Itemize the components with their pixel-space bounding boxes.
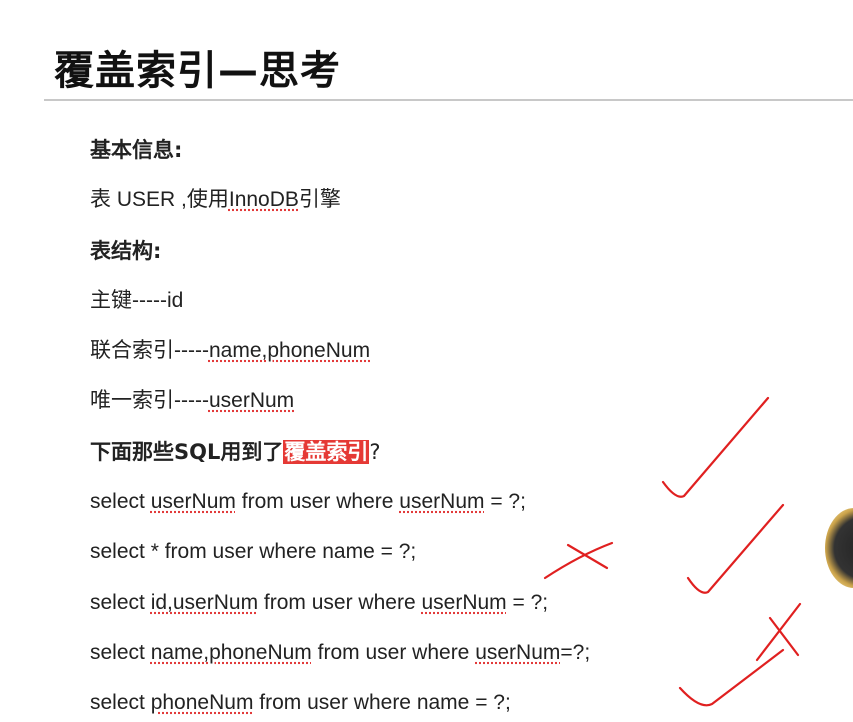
check-mark-icon: [678, 648, 785, 707]
decorative-orb: [825, 508, 853, 588]
query-4-part-2: from user where: [311, 641, 476, 664]
table-engine: InnoDB: [228, 188, 299, 211]
query-1-part-1: select: [90, 490, 151, 513]
query-2-text: select * from user where name = ?;: [90, 540, 417, 563]
question-prefix: 下面那些SQL用到了: [90, 440, 284, 464]
title-divider: [44, 99, 853, 101]
query-5-select-column: phoneNum: [150, 691, 254, 714]
composite-index-line: 联合索引-----name,phoneNum: [90, 336, 370, 366]
query-4-part-3: =?;: [560, 641, 591, 664]
unique-index-value: userNum: [208, 389, 295, 412]
slide-title: 覆盖索引—思考: [54, 48, 341, 94]
query-5-part-1: select: [90, 691, 151, 714]
primary-key-label: 主键-----: [90, 289, 167, 312]
query-5-part-2: from user where name = ?;: [253, 691, 511, 714]
query-4-select-column: name,phoneNum: [150, 641, 312, 664]
composite-index-label: 联合索引-----: [90, 339, 209, 362]
query-line-5: select phoneNum from user where name = ?…: [90, 688, 511, 718]
unique-index-line: 唯一索引-----userNum: [90, 386, 294, 416]
query-1-part-2: from user where: [235, 490, 400, 513]
query-1-select-column: userNum: [150, 490, 236, 513]
unique-index-label: 唯一索引-----: [90, 389, 209, 412]
basic-info-heading: 基本信息:: [90, 138, 183, 162]
table-info-prefix: 表 USER ,使用: [90, 188, 229, 211]
query-1-where-column: userNum: [399, 490, 485, 513]
slide: 覆盖索引—思考 基本信息: 表 USER ,使用InnoDB引擎 表结构: 主键…: [0, 0, 853, 722]
primary-key-value: id: [166, 289, 184, 312]
query-3-part-2: from user where: [258, 591, 422, 614]
query-4-part-1: select: [90, 641, 151, 664]
query-3-where-column: userNum: [421, 591, 507, 614]
check-mark-icon: [686, 503, 785, 594]
query-4-where-column: userNum: [475, 641, 561, 664]
table-info-line: 表 USER ,使用InnoDB引擎: [90, 185, 341, 215]
structure-heading: 表结构:: [90, 239, 162, 263]
query-3-part-3: = ?;: [506, 591, 549, 614]
table-info-suffix: 引擎: [298, 188, 341, 211]
composite-index-value: name,phoneNum: [208, 339, 371, 362]
question-highlight: 覆盖索引: [283, 440, 370, 464]
query-3-select-column: id,userNum: [150, 591, 259, 614]
question-line: 下面那些SQL用到了覆盖索引?: [90, 437, 381, 467]
query-3-part-1: select: [90, 591, 151, 614]
query-line-4: select name,phoneNum from user where use…: [90, 638, 590, 668]
query-1-part-3: = ?;: [484, 490, 526, 513]
question-suffix: ?: [369, 440, 381, 464]
query-line-2: select * from user where name = ?;: [90, 537, 416, 567]
query-line-3: select id,userNum from user where userNu…: [90, 588, 548, 618]
check-mark-icon: [661, 396, 770, 498]
query-line-1: select userNum from user where userNum =…: [90, 487, 526, 517]
primary-key-line: 主键-----id: [90, 286, 183, 316]
cross-mark-icon: [543, 541, 614, 580]
cross-mark-icon: [755, 602, 802, 662]
